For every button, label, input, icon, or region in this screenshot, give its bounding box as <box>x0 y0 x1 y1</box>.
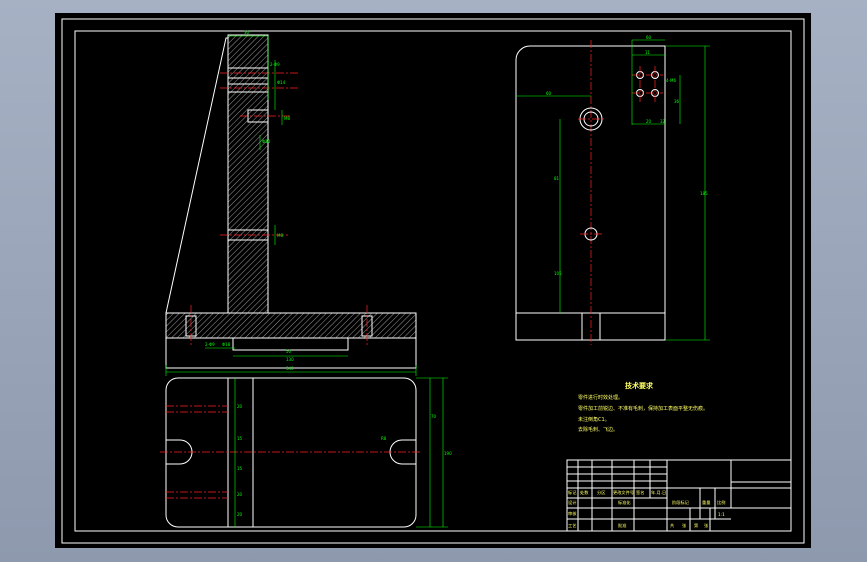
dim-top-20a: 20 <box>237 404 243 409</box>
tech-note-2: 零件加工前锐边、不准有毛刺，保持加工表面平整无伤痕。 <box>578 405 708 412</box>
dim-front-105: 105 <box>554 271 562 276</box>
tech-title: 技术要求 <box>625 381 654 390</box>
dim-phi10: Φ10 <box>262 139 271 144</box>
dim-30: 30 <box>244 30 250 35</box>
dim-front-20: 20 <box>646 119 652 124</box>
vertical-plate-section <box>227 34 269 314</box>
tb-standard: 标准化 <box>618 499 631 506</box>
dim-front-4m6: 4-M6 <box>666 78 676 83</box>
dim-phi14: Φ14 <box>277 80 286 85</box>
tb-date: 年.月.日 <box>651 489 666 496</box>
dim-top-15b: 15 <box>237 466 243 471</box>
dim-top-20b: 20 <box>237 492 243 497</box>
dim-top-190: 190 <box>444 451 452 456</box>
dim-front-60b: 60 <box>546 91 552 96</box>
dim-m8-top: M8 <box>284 116 290 121</box>
dim-front-32: 32 <box>660 119 666 124</box>
tb-ratio: 1:1 <box>718 512 725 517</box>
dim-top-70: 70 <box>431 414 437 419</box>
tb-process: 工艺 <box>568 523 576 528</box>
tb-sign: 签名 <box>636 489 644 496</box>
tb-review: 审核 <box>568 510 577 517</box>
dim-2-phi9-top: 2-Φ9 <box>270 62 280 67</box>
dim-front-11: 11 <box>645 50 651 55</box>
dim-340: 340 <box>286 366 294 371</box>
tech-note-4: 去除毛刺、飞边。 <box>578 426 618 433</box>
dim-50: 50 <box>286 349 292 354</box>
dim-2-phi9-base: 2-Φ9 <box>205 342 215 347</box>
tb-total: 共 <box>670 522 674 529</box>
dim-top-15a: 15 <box>237 436 243 441</box>
dim-front-60a: 60 <box>646 35 652 40</box>
drawing-sheet <box>55 13 811 548</box>
tb-design: 设计 <box>568 499 576 506</box>
tb-count: 处数 <box>580 489 589 496</box>
tb-zone: 分区 <box>597 489 605 496</box>
tb-scale: 比例 <box>717 499 725 506</box>
tb-change: 更改文件号 <box>613 489 634 496</box>
dim-front-185: 185 <box>700 191 708 196</box>
tb-mark: 标记 <box>568 489 577 496</box>
dim-m8-lower: M8 <box>277 233 283 238</box>
tech-note-3: 未注倒角C1。 <box>578 416 610 423</box>
dim-130: 130 <box>286 357 294 362</box>
cad-drawing: 30 2-Φ9 Φ14 M8 Φ10 M8 Φ18 2-Φ9 50 130 34… <box>55 13 811 548</box>
base-plate-section <box>165 312 417 339</box>
tb-no: 第 <box>694 522 698 529</box>
dim-front-81: 81 <box>554 176 560 181</box>
cad-viewport[interactable]: 30 2-Φ9 Φ14 M8 Φ10 M8 Φ18 2-Φ9 50 130 34… <box>0 0 867 562</box>
tech-note-1: 零件进行时效处理。 <box>578 394 623 401</box>
dim-phi18: Φ18 <box>222 342 231 347</box>
dim-top-20c: 20 <box>237 512 243 517</box>
tb-approve: 批准 <box>618 522 626 529</box>
tb-stage: 阶段标记 <box>672 499 690 506</box>
tb-weight: 重量 <box>702 499 710 506</box>
dim-front-36: 36 <box>674 99 680 104</box>
dim-top-r8: R8 <box>381 436 387 441</box>
